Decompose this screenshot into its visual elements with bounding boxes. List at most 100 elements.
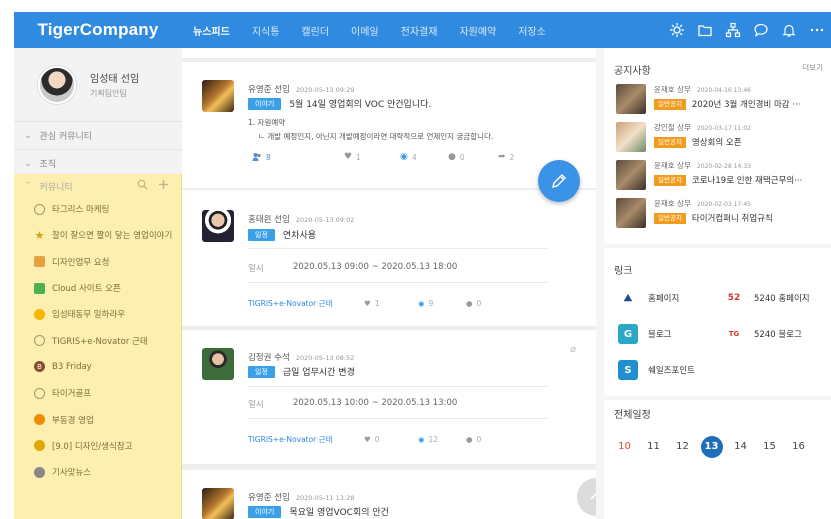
link-sharepoint[interactable]: S 쉐일즈포인트 xyxy=(618,360,695,380)
comment-count[interactable]: ● 0 xyxy=(466,435,481,444)
section-favorite-communities[interactable]: ⌄ 관심 커뮤니티 xyxy=(14,122,182,150)
post-title-row[interactable]: 일정 금일 업무시간 변경 xyxy=(248,365,355,378)
main-nav: 뉴스피드 지식통 캘린더 이메일 전자결재 자원예약 저장소 xyxy=(182,23,557,38)
community-item[interactable]: B B3 Friday xyxy=(14,354,181,380)
pencil-icon xyxy=(551,173,567,189)
calendar-day[interactable]: 10 xyxy=(610,436,639,458)
schedule-value: 2020.05.13 10:00 ~ 2020.05.13 13:00 xyxy=(293,398,458,408)
feed-post[interactable]: ⌀ 김정권 수석 2020-05-13 08:52 일정 금일 업무시간 변경 일… xyxy=(182,330,596,464)
comment-count[interactable]: ● 0 xyxy=(466,299,481,308)
brand-logo[interactable]: TigerCompany xyxy=(14,20,182,40)
user-profile[interactable]: 임성태 선임 기획팀안팀 xyxy=(14,48,182,122)
notice-item[interactable]: 윤재호 상무 2020-02-03 17:45 일반공지 타이거컴퍼니 취업규칙 xyxy=(616,198,773,228)
link-5240-homepage[interactable]: 52 5240 홈페이지 xyxy=(724,288,810,308)
link-blog[interactable]: G 블로그 xyxy=(618,324,671,344)
community-label: 찰이 잘으면 짤이 닿는 영업이야기 xyxy=(52,231,173,242)
community-icon xyxy=(34,203,45,215)
community-item[interactable]: [9.0] 디자인/생식참고 xyxy=(14,433,181,459)
view-count[interactable]: ◉ 9 xyxy=(418,299,466,308)
comment-count[interactable]: ● 0 xyxy=(448,152,498,162)
org-chart-icon[interactable] xyxy=(725,22,741,38)
community-item[interactable]: ★ 찰이 잘으면 짤이 닿는 영업이야기 xyxy=(14,222,181,248)
post-thumbnail xyxy=(202,348,234,380)
notice-title-text: 코로나19로 인한 재택근무의··· xyxy=(691,176,803,186)
calendar-day[interactable]: 11 xyxy=(639,436,668,458)
nav-approval[interactable]: 전자결재 xyxy=(390,23,449,38)
add-icon[interactable] xyxy=(158,179,169,193)
news-feed: 유영준 선임 2020-05-13 09:29 이야기 5월 14일 영업회의 V… xyxy=(182,48,596,519)
like-count[interactable]: ♥ 1 xyxy=(344,152,400,162)
comment-icon: ● xyxy=(466,435,473,444)
people-count[interactable]: 8 xyxy=(252,152,344,162)
share-value: 2 xyxy=(509,152,515,162)
nav-newsfeed[interactable]: 뉴스피드 xyxy=(182,23,241,38)
app-window: TigerCompany 뉴스피드 지식통 캘린더 이메일 전자결재 자원예약 … xyxy=(0,0,831,519)
folder-icon[interactable] xyxy=(697,22,713,38)
post-source-link[interactable]: TIGRIS+e-Novator 근태 xyxy=(248,298,364,309)
community-item[interactable]: 임성태동무 일하라우 xyxy=(14,301,181,327)
notice-item[interactable]: 윤재호 상무 2020-04-16 13:46 일반공지 2020년 3월 개인경비… xyxy=(616,84,800,114)
view-count[interactable]: ◉ 12 xyxy=(418,435,466,444)
post-source-link[interactable]: TIGRIS+e-Novator 근태 xyxy=(248,434,364,445)
feed-post[interactable]: 홍태윈 선임 2020-05-13 09:02 일정 연차사용 일시 2020.0… xyxy=(182,190,596,326)
chat-bubble-icon[interactable] xyxy=(753,22,769,38)
calendar-day[interactable]: 16 xyxy=(784,436,813,458)
community-item[interactable]: 디자인업무 요청 xyxy=(14,249,181,275)
post-title[interactable]: 금일 업무시간 변경 xyxy=(283,365,355,378)
community-item[interactable]: 부동경 영업 xyxy=(14,406,181,432)
like-count[interactable]: ♥ 0 xyxy=(364,435,418,444)
calendar-day[interactable]: 15 xyxy=(755,436,784,458)
community-header[interactable]: ⌃ 커뮤니티 xyxy=(14,176,181,196)
community-item[interactable]: TIGRIS+e-Novator 근태 xyxy=(14,327,181,353)
view-count[interactable]: ◉ 4 xyxy=(400,152,448,162)
community-label: 기사맞뉴스 xyxy=(52,468,92,479)
nav-resource-booking[interactable]: 자원예약 xyxy=(448,23,507,38)
nav-calendar[interactable]: 캘린더 xyxy=(290,23,340,38)
post-title[interactable]: 목요일 영업VOC회의 안건 xyxy=(289,505,389,518)
post-title[interactable]: 연차사용 xyxy=(283,228,316,241)
post-title-row[interactable]: 이야기 목요일 영업VOC회의 안건 xyxy=(248,505,389,518)
link-label: 블로그 xyxy=(648,330,672,340)
feed-post[interactable]: 유영준 선임 2020-05-13 09:29 이야기 5월 14일 영업회의 V… xyxy=(182,62,596,188)
post-tag: 이야기 xyxy=(248,97,282,110)
community-item[interactable]: 타그리스 마케팅 xyxy=(14,196,181,222)
paperclip-icon[interactable]: ⌀ xyxy=(570,344,576,355)
eye-icon: ◉ xyxy=(418,435,425,444)
community-label: [9.0] 디자인/생식참고 xyxy=(52,441,133,452)
nav-email[interactable]: 이메일 xyxy=(340,23,390,38)
notice-item[interactable]: 윤재호 상무 2020-02-28 14:33 일반공지 코로나19로 인한 재택근… xyxy=(616,160,802,190)
search-icon[interactable] xyxy=(137,179,148,193)
notice-more-link[interactable]: 더보기 xyxy=(802,62,823,73)
more-menu-icon[interactable] xyxy=(809,22,825,38)
share-count[interactable]: ➦ 2 xyxy=(498,152,514,162)
community-item[interactable]: Cloud 사이트 오픈 xyxy=(14,275,181,301)
post-title[interactable]: 5월 14일 영업회의 VOC 안건입니다. xyxy=(289,97,431,110)
link-label: 쉐일즈포인트 xyxy=(648,366,695,376)
community-item[interactable]: 타이거골프 xyxy=(14,380,181,406)
post-title-row[interactable]: 일정 연차사용 xyxy=(248,228,316,241)
feed-post[interactable]: 유영준 선임 2020-05-11 13:28 이야기 목요일 영업VOC회의 안… xyxy=(182,470,596,519)
notice-tag: 일반공지 xyxy=(654,98,686,110)
bell-icon[interactable] xyxy=(781,22,797,38)
link-label: 5240 홈페이지 xyxy=(754,294,810,304)
author-name: 김정권 수석 xyxy=(248,353,290,363)
calendar-day-today[interactable]: 13 xyxy=(697,436,726,458)
link-homepage[interactable]: ⛰ 홈페이지 xyxy=(618,288,679,308)
community-item[interactable]: 기사맞뉴스 xyxy=(14,459,181,485)
calendar-day[interactable]: 12 xyxy=(668,436,697,458)
calendar-day[interactable]: 14 xyxy=(726,436,755,458)
post-title-row[interactable]: 이야기 5월 14일 영업회의 VOC 안건입니다. xyxy=(248,97,431,110)
notice-time: 2020-02-03 17:45 xyxy=(696,201,751,208)
day-number: 13 xyxy=(700,436,723,458)
nav-knowledge[interactable]: 지식통 xyxy=(241,23,291,38)
write-post-button[interactable] xyxy=(538,160,580,202)
nav-storage[interactable]: 저장소 xyxy=(507,23,557,38)
like-count[interactable]: ♥ 1 xyxy=(364,299,418,308)
settings-gear-icon[interactable] xyxy=(669,22,685,38)
notice-item[interactable]: 강인철 상무 2020-03-17 11:02 일반공지 영상회의 오픈 xyxy=(616,122,751,152)
day-number: 16 xyxy=(792,441,805,452)
divider xyxy=(248,386,548,387)
star-icon: ★ xyxy=(34,228,45,242)
community-label: 타그리스 마케팅 xyxy=(52,205,110,216)
link-5240-blog[interactable]: TG 5240 블로그 xyxy=(724,324,802,344)
